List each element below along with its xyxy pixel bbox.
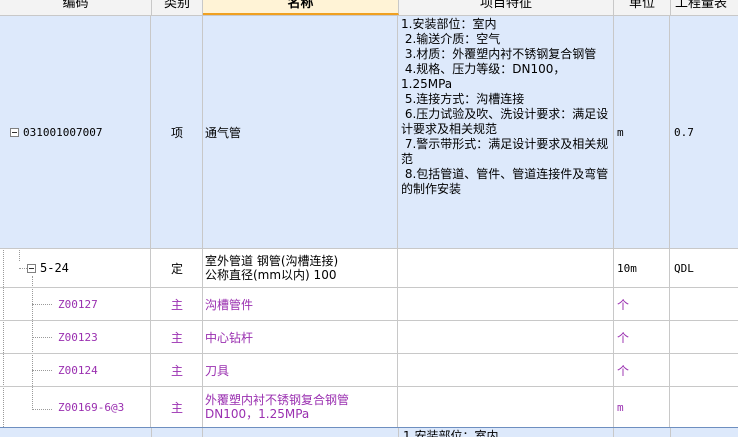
item-type: 定	[170, 261, 183, 276]
features-cell[interactable]	[399, 354, 614, 386]
unit-cell[interactable]: 个	[614, 321, 670, 353]
type-cell[interactable]: 主	[152, 354, 203, 386]
collapse-toggle-icon[interactable]	[27, 263, 36, 273]
table-row[interactable]: Z00123 主 中心钻杆 个	[0, 321, 738, 354]
code-cell[interactable]: Z00123	[0, 321, 151, 353]
item-type: 主	[170, 330, 183, 345]
item-code: 031001007007	[23, 125, 103, 139]
item-code: Z00124	[58, 363, 98, 377]
item-quantity: QDL	[674, 261, 694, 275]
code-cell[interactable]: Z00127	[0, 288, 151, 320]
type-cell[interactable]: 项	[152, 16, 203, 248]
type-cell[interactable]: 主	[152, 387, 203, 427]
item-name: 中心钻杆	[205, 330, 254, 345]
item-type: 主	[170, 400, 183, 415]
header-unit[interactable]: 单位	[614, 0, 671, 15]
item-unit: 个	[617, 297, 630, 312]
item-type: 项	[170, 125, 183, 140]
item-unit: 个	[617, 363, 630, 378]
name-cell[interactable]: 刀具	[203, 354, 398, 386]
item-code: Z00169-6@3	[58, 400, 125, 414]
quantity-cell[interactable]	[671, 354, 738, 386]
name-cell[interactable]: 沟槽管件	[203, 288, 398, 320]
item-code: Z00123	[58, 330, 98, 344]
unit-cell[interactable]: m	[614, 16, 670, 248]
unit-cell[interactable]: 个	[614, 354, 670, 386]
item-name: 室外管道 钢管(沟槽连接) 公称直径(mm以内) 100	[205, 254, 339, 282]
quantity-cell[interactable]	[671, 387, 738, 427]
features-cell[interactable]	[399, 321, 614, 353]
header-name[interactable]: 名称	[203, 0, 399, 15]
features-cell[interactable]	[399, 387, 614, 427]
header-features[interactable]: 项目特征	[399, 0, 614, 15]
code-cell[interactable]: 5-24	[0, 249, 151, 287]
table-row[interactable]: 5-24 定 室外管道 钢管(沟槽连接) 公称直径(mm以内) 100 10m …	[0, 249, 738, 288]
item-quantity: 0.7	[674, 125, 694, 139]
table-row[interactable]: 031001007007 项 通气管 1.安装部位：室内 2.输送介质：空气 3…	[0, 16, 738, 249]
quantity-cell[interactable]	[671, 321, 738, 353]
features-cell[interactable]	[399, 249, 614, 287]
header-code[interactable]: 编码	[0, 0, 152, 15]
features-cell[interactable]: 1.安装部位：室内 2.输送介质：空气 3.材质：外覆塑内衬不锈钢复合钢管 4.…	[399, 16, 614, 248]
unit-cell[interactable]: 10m	[614, 249, 670, 287]
item-name: 刀具	[205, 363, 230, 378]
name-cell[interactable]: 外覆塑内衬不锈钢复合钢管 DN100，1.25MPa	[203, 387, 398, 427]
item-code: 5-24	[40, 261, 69, 275]
name-cell[interactable]: 中心钻杆	[203, 321, 398, 353]
item-name: 通气管	[205, 125, 242, 140]
header-type[interactable]: 类别	[152, 0, 203, 15]
table-row[interactable]: Z00169-6@3 主 外覆塑内衬不锈钢复合钢管 DN100，1.25MPa …	[0, 387, 738, 428]
code-cell[interactable]: Z00169-6@3	[0, 387, 151, 427]
item-features: 1.安装部位：室内 2.输送介质：空气 3.材质：外覆塑内衬不锈钢复合钢管 4.…	[401, 17, 609, 196]
grid-header: 编码 类别 名称 项目特征 单位 工程量表	[0, 0, 738, 16]
name-cell[interactable]: 通气管	[203, 16, 398, 248]
quantity-cell[interactable]: 0.7	[671, 16, 738, 248]
code-cell[interactable]: Z00124	[0, 354, 151, 386]
type-cell[interactable]: 定	[152, 249, 203, 287]
item-unit: m	[617, 125, 624, 139]
quantity-cell[interactable]: QDL	[671, 249, 738, 287]
item-code: Z00127	[58, 297, 98, 311]
item-type: 主	[170, 297, 183, 312]
features-cell[interactable]	[399, 288, 614, 320]
quantity-cell[interactable]	[671, 288, 738, 320]
collapse-toggle-icon[interactable]	[10, 127, 19, 137]
item-unit: m	[617, 400, 624, 414]
item-unit: 10m	[617, 261, 637, 275]
table-row[interactable]: Z00127 主 沟槽管件 个	[0, 288, 738, 321]
table-row[interactable]: Z00124 主 刀具 个	[0, 354, 738, 387]
type-cell[interactable]: 主	[152, 321, 203, 353]
code-cell[interactable]: 031001007007	[0, 16, 151, 248]
unit-cell[interactable]: m	[614, 387, 670, 427]
header-quantity-expr[interactable]: 工程量表	[671, 0, 738, 15]
bill-grid: 编码 类别 名称 项目特征 单位 工程量表 031001007007 项 通气管…	[0, 0, 738, 437]
name-cell[interactable]: 室外管道 钢管(沟槽连接) 公称直径(mm以内) 100	[203, 249, 398, 287]
unit-cell[interactable]: 个	[614, 288, 670, 320]
item-name: 外覆塑内衬不锈钢复合钢管 DN100，1.25MPa	[205, 393, 350, 421]
item-unit: 个	[617, 330, 630, 345]
type-cell[interactable]: 主	[152, 288, 203, 320]
item-type: 主	[170, 363, 183, 378]
item-name: 沟槽管件	[205, 297, 254, 312]
